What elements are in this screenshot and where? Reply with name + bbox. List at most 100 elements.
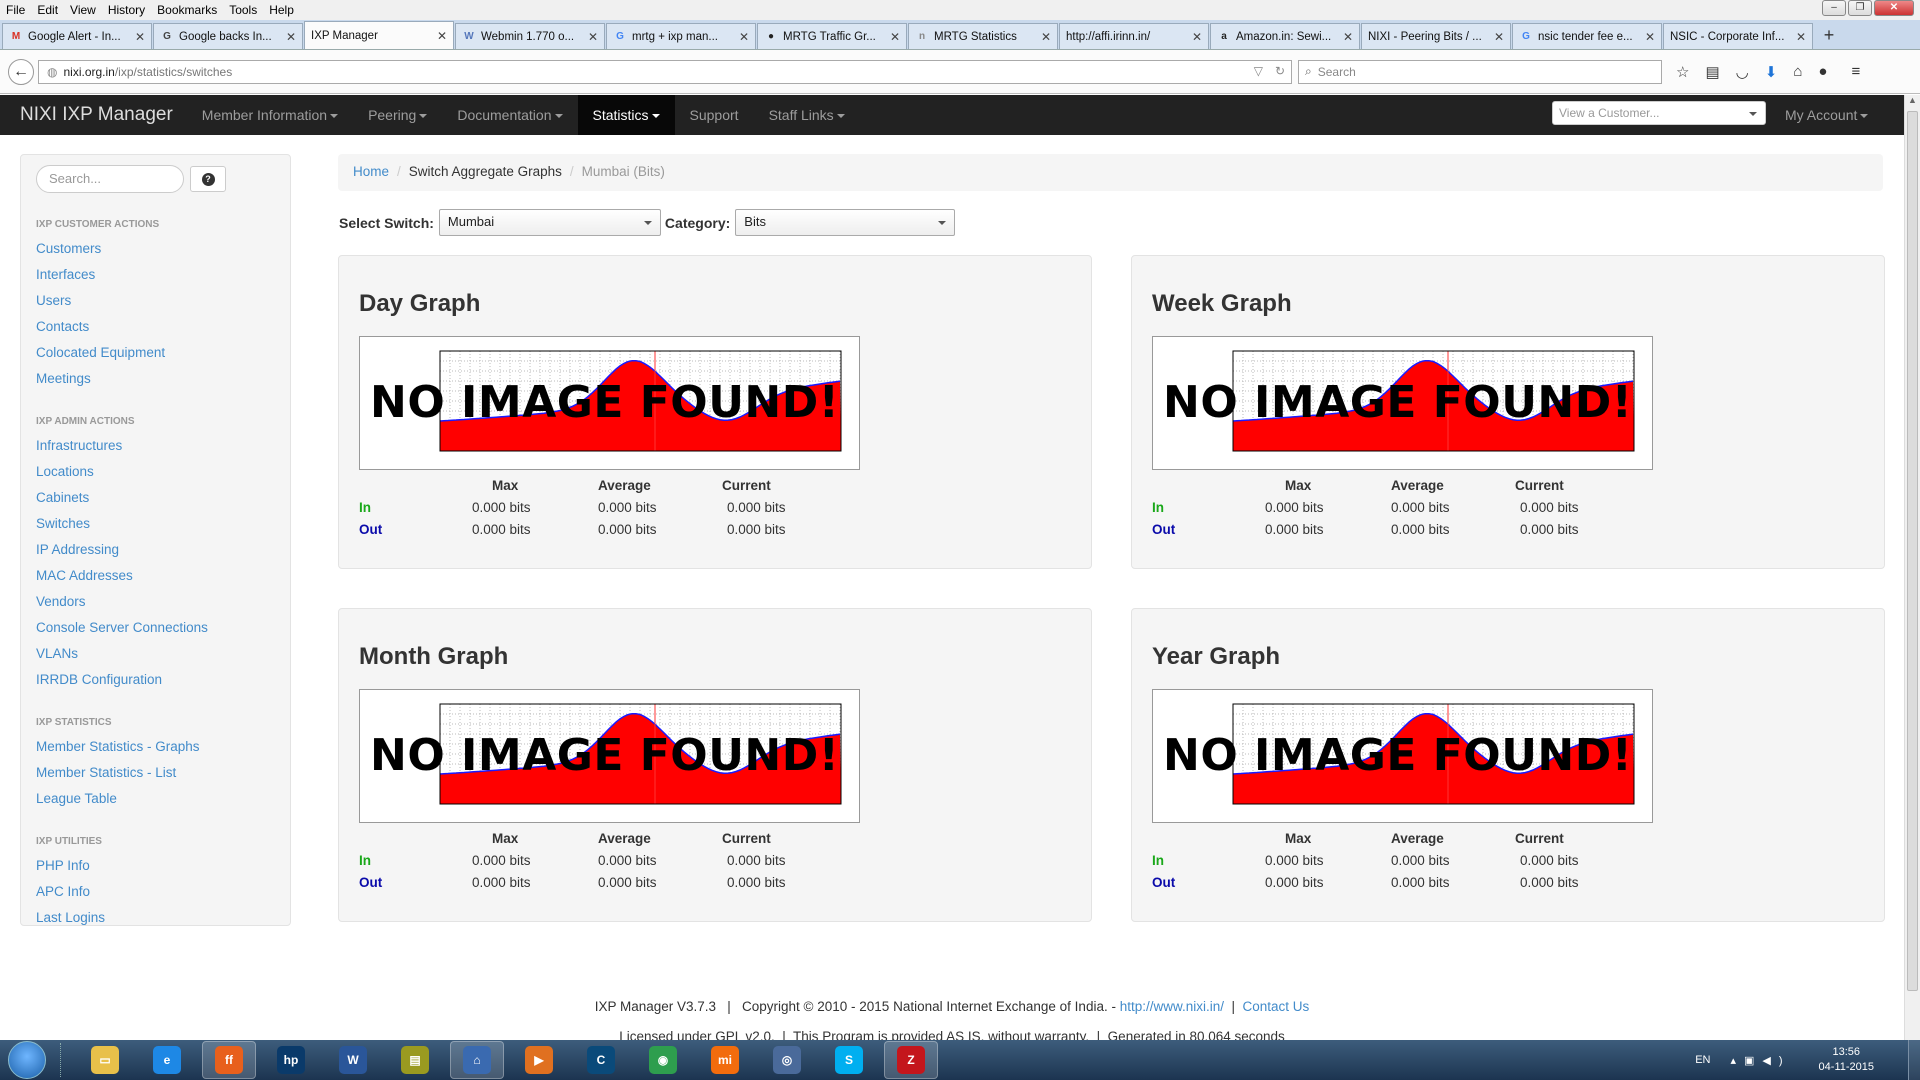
- menu-view[interactable]: View: [70, 3, 96, 17]
- sidebar-item-switches[interactable]: Switches: [36, 511, 275, 537]
- menu-tools[interactable]: Tools: [229, 3, 257, 17]
- close-tab-icon[interactable]: ✕: [890, 30, 900, 44]
- language-indicator[interactable]: EN: [1695, 1054, 1710, 1066]
- browser-tab[interactable]: W Webmin 1.770 o... ✕: [455, 23, 605, 49]
- menu-history[interactable]: History: [108, 3, 145, 17]
- show-desktop-button[interactable]: [1908, 1040, 1920, 1080]
- taskbar-app-hp[interactable]: hp: [264, 1041, 318, 1079]
- reading-list-icon[interactable]: ▤: [1705, 63, 1719, 81]
- taskbar-app-word[interactable]: W: [326, 1041, 380, 1079]
- sidebar-item-ip-addressing[interactable]: IP Addressing: [36, 537, 275, 563]
- nav-support[interactable]: Support: [675, 95, 754, 135]
- hamburger-menu-icon[interactable]: ≡: [1851, 63, 1860, 81]
- sidebar-item-colocated-equipment[interactable]: Colocated Equipment: [36, 340, 275, 366]
- maximize-button[interactable]: ❐: [1848, 0, 1872, 16]
- sidebar-item-mac-addresses[interactable]: MAC Addresses: [36, 563, 275, 589]
- sidebar-item-vendors[interactable]: Vendors: [36, 589, 275, 615]
- taskbar-app-media[interactable]: ▶: [512, 1041, 566, 1079]
- taskbar-app-app[interactable]: ▤: [388, 1041, 442, 1079]
- sidebar-item-league-table[interactable]: League Table: [36, 786, 275, 812]
- browser-tab[interactable]: Gmrtg + ixp man... ✕: [606, 23, 756, 49]
- url-bar[interactable]: ◍ nixi.org.in/ixp/statistics/switches ▽ …: [38, 59, 1292, 84]
- footer-nixi-link[interactable]: http://www.nixi.in/: [1120, 999, 1224, 1014]
- new-tab-button[interactable]: +: [1814, 23, 1844, 49]
- taskbar-app-chrome[interactable]: ◉: [636, 1041, 690, 1079]
- my-account-menu[interactable]: My Account: [1785, 95, 1869, 135]
- sidebar-item-locations[interactable]: Locations: [36, 459, 275, 485]
- graph-image[interactable]: NO IMAGE FOUND!: [359, 336, 860, 470]
- close-tab-icon[interactable]: ✕: [1494, 30, 1504, 44]
- sidebar-item-irrdb-configuration[interactable]: IRRDB Configuration: [36, 667, 275, 693]
- browser-tab[interactable]: IXP Manager ✕: [304, 21, 454, 49]
- sidebar-item-php-info[interactable]: PHP Info: [36, 853, 275, 879]
- graph-image[interactable]: NO IMAGE FOUND!: [359, 689, 860, 823]
- close-tab-icon[interactable]: ✕: [739, 30, 749, 44]
- sidebar-item-contacts[interactable]: Contacts: [36, 314, 275, 340]
- close-window-button[interactable]: ✕: [1874, 0, 1914, 16]
- breadcrumb-home[interactable]: Home: [353, 164, 389, 179]
- close-tab-icon[interactable]: ✕: [1796, 30, 1806, 44]
- menu-bookmarks[interactable]: Bookmarks: [157, 3, 217, 17]
- reload-icon[interactable]: ↻: [1275, 64, 1285, 78]
- menu-help[interactable]: Help: [269, 3, 294, 17]
- clock[interactable]: 13:56 04-11-2015: [1819, 1045, 1874, 1075]
- taskbar-app-filezilla[interactable]: Z: [884, 1041, 938, 1079]
- browser-tab[interactable]: M Google Alert - In... ✕: [2, 23, 152, 49]
- footer-contact-link[interactable]: Contact Us: [1243, 999, 1310, 1014]
- help-button[interactable]: ?: [190, 166, 226, 192]
- browser-tab[interactable]: http://affi.irinn.in/ ✕: [1059, 23, 1209, 49]
- sidebar-item-customers[interactable]: Customers: [36, 236, 275, 262]
- close-tab-icon[interactable]: ✕: [588, 30, 598, 44]
- chat-icon[interactable]: ●: [1818, 63, 1827, 81]
- browser-tab[interactable]: NIXI - Peering Bits / ... ✕: [1361, 23, 1511, 49]
- taskbar-app-firefox[interactable]: ff: [202, 1041, 256, 1079]
- scroll-up-arrow-icon[interactable]: ▲: [1905, 95, 1920, 111]
- graph-image[interactable]: NO IMAGE FOUND!: [1152, 689, 1653, 823]
- sidebar-item-interfaces[interactable]: Interfaces: [36, 262, 275, 288]
- sidebar-item-member-statistics-graphs[interactable]: Member Statistics - Graphs: [36, 734, 275, 760]
- home-icon[interactable]: ⌂: [1793, 63, 1802, 81]
- switch-select[interactable]: Mumbai: [438, 209, 661, 236]
- category-select[interactable]: Bits: [735, 209, 956, 236]
- close-tab-icon[interactable]: ✕: [1192, 30, 1202, 44]
- dropdown-history-icon[interactable]: ▽: [1254, 64, 1263, 78]
- nav-documentation[interactable]: Documentation: [442, 95, 577, 135]
- taskbar-app-calc[interactable]: C: [574, 1041, 628, 1079]
- tray-icons[interactable]: ▴▣◀): [1731, 1054, 1791, 1067]
- sidebar-search-input[interactable]: Search...: [36, 165, 184, 193]
- browser-tab[interactable]: n MRTG Statistics ✕: [908, 23, 1058, 49]
- sidebar-item-cabinets[interactable]: Cabinets: [36, 485, 275, 511]
- sidebar-item-apc-info[interactable]: APC Info: [36, 879, 275, 905]
- nav-statistics[interactable]: Statistics: [577, 95, 675, 135]
- browser-tab[interactable]: Gnsic tender fee e... ✕: [1512, 23, 1662, 49]
- taskbar-app-network[interactable]: ⌂: [450, 1041, 504, 1079]
- download-icon[interactable]: ⬇: [1765, 63, 1778, 81]
- browser-search-input[interactable]: ⌕ Search: [1298, 59, 1662, 84]
- nav-staff-links[interactable]: Staff Links: [754, 95, 860, 135]
- close-tab-icon[interactable]: ✕: [1041, 30, 1051, 44]
- sidebar-item-last-logins[interactable]: Last Logins: [36, 905, 275, 931]
- page-scrollbar[interactable]: ▲: [1904, 95, 1920, 1040]
- sidebar-item-users[interactable]: Users: [36, 288, 275, 314]
- taskbar-app-ie[interactable]: e: [140, 1041, 194, 1079]
- close-tab-icon[interactable]: ✕: [437, 29, 447, 43]
- close-tab-icon[interactable]: ✕: [1343, 30, 1353, 44]
- sidebar-item-meetings[interactable]: Meetings: [36, 366, 275, 392]
- brand-logo[interactable]: NIXI IXP Manager: [20, 104, 173, 126]
- taskbar-app-explorer[interactable]: ▭: [78, 1041, 132, 1079]
- taskbar-app-skype[interactable]: S: [822, 1041, 876, 1079]
- close-tab-icon[interactable]: ✕: [135, 30, 145, 44]
- nav-member-information[interactable]: Member Information: [187, 95, 353, 135]
- pocket-icon[interactable]: ◡: [1736, 63, 1749, 81]
- customer-select[interactable]: View a Customer...: [1552, 101, 1766, 125]
- scroll-thumb[interactable]: [1907, 111, 1918, 991]
- nav-peering[interactable]: Peering: [353, 95, 442, 135]
- graph-image[interactable]: NO IMAGE FOUND!: [1152, 336, 1653, 470]
- sidebar-item-infrastructures[interactable]: Infrastructures: [36, 433, 275, 459]
- close-tab-icon[interactable]: ✕: [286, 30, 296, 44]
- taskbar-app-mi[interactable]: mi: [698, 1041, 752, 1079]
- start-button[interactable]: [8, 1041, 46, 1079]
- minimize-button[interactable]: –: [1822, 0, 1846, 16]
- close-tab-icon[interactable]: ✕: [1645, 30, 1655, 44]
- sidebar-item-vlans[interactable]: VLANs: [36, 641, 275, 667]
